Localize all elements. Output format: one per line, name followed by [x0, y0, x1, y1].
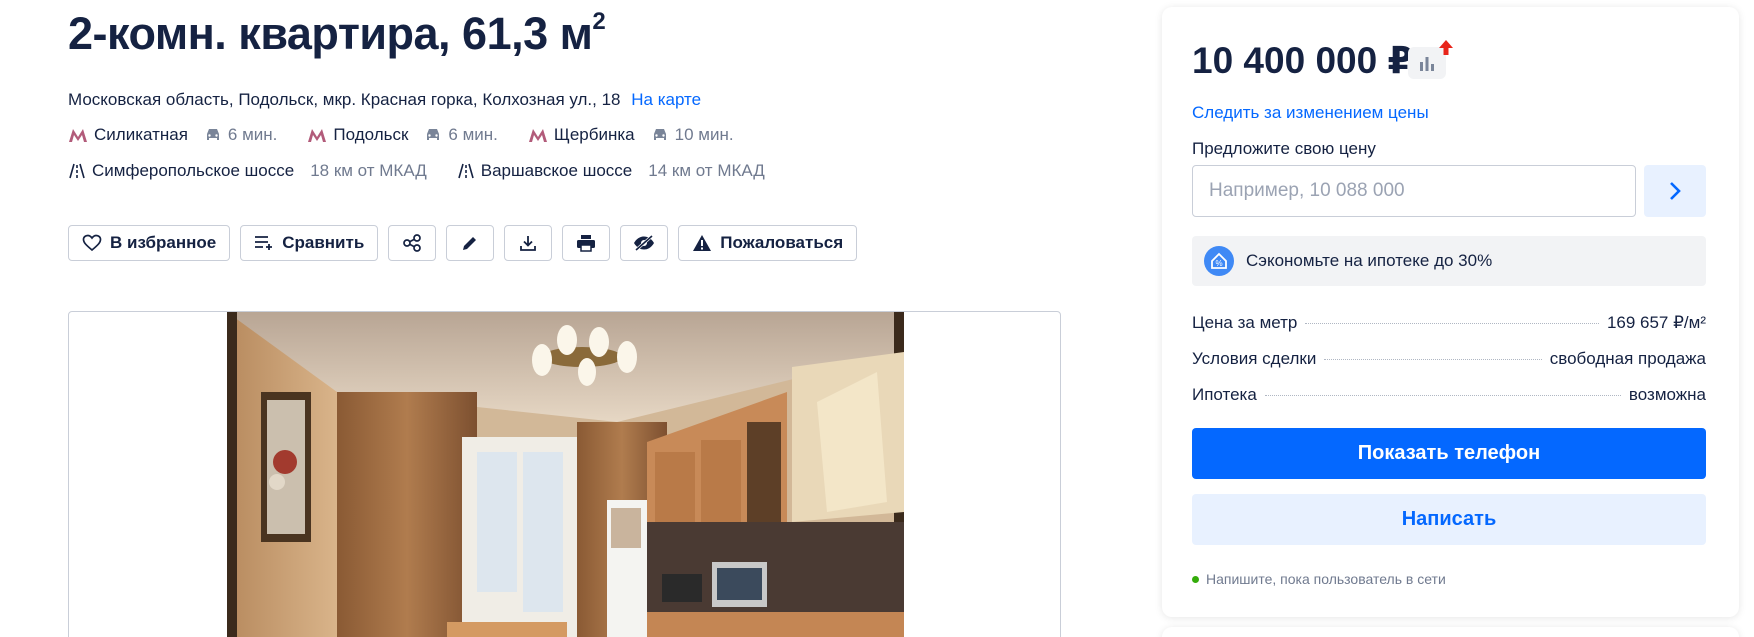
print-button[interactable]	[562, 225, 611, 261]
printer-icon	[577, 235, 596, 252]
chevron-right-icon	[1670, 182, 1681, 200]
fact-deal-terms: Условия сделки свободная продажа	[1192, 349, 1706, 385]
download-button[interactable]	[504, 225, 553, 261]
fact-price-per-meter: Цена за метр 169 657 ₽/м²	[1192, 313, 1706, 349]
share-icon	[403, 234, 422, 252]
fact-value: возможна	[1628, 385, 1706, 404]
favorite-button[interactable]: В избранное	[68, 225, 231, 261]
fact-value: 169 657 ₽/м²	[1606, 313, 1706, 332]
mortgage-text: Сэкономьте на ипотеке до 30%	[1246, 251, 1493, 270]
fact-label: Цена за метр	[1192, 313, 1298, 332]
compare-label: Сравнить	[282, 233, 365, 252]
metro-item[interactable]: Силикатная 6 мин.	[68, 125, 277, 145]
car-icon	[653, 129, 666, 140]
page-title-text: 2-комн. квартира, 61,3 м	[68, 8, 593, 59]
fact-leader	[1324, 359, 1542, 360]
page-title: 2-комн. квартира, 61,3 м2	[68, 8, 606, 60]
heart-icon	[82, 234, 102, 252]
photo-gallery[interactable]	[68, 311, 1061, 637]
metro-time: 6 мин.	[448, 125, 498, 144]
write-message-button[interactable]: Написать	[1192, 494, 1706, 545]
metro-station: Щербинка	[553, 125, 635, 144]
car-icon	[206, 129, 219, 140]
edit-button[interactable]	[446, 225, 495, 261]
svg-text:%: %	[1215, 259, 1222, 268]
page-title-sup: 2	[592, 8, 606, 35]
online-dot-icon	[1192, 575, 1199, 583]
fact-mortgage: Ипотека возможна	[1192, 385, 1706, 421]
highway-icon	[69, 163, 85, 179]
metro-station: Силикатная	[94, 125, 188, 144]
fact-label: Ипотека	[1192, 385, 1257, 404]
main-photo[interactable]	[227, 312, 904, 637]
highway-item[interactable]: Симферопольское шоссе 18 км от МКАД	[68, 161, 427, 181]
follow-price-link[interactable]: Следить за изменением цены	[1192, 103, 1429, 123]
metro-icon	[69, 129, 87, 142]
offer-label: Предложите свою цену	[1192, 139, 1376, 158]
fact-value: свободная продажа	[1549, 349, 1706, 368]
price-up-icon	[1439, 40, 1453, 55]
eye-off-icon	[634, 234, 655, 252]
offer-facts: Цена за метр 169 657 ₽/м² Условия сделки…	[1192, 313, 1706, 421]
metro-item[interactable]: Подольск 6 мин.	[307, 125, 498, 145]
price-value: 10 400 000 ₽	[1192, 40, 1414, 81]
pencil-icon	[463, 237, 477, 250]
compare-icon	[255, 236, 273, 250]
metro-icon	[528, 129, 547, 142]
metro-list: Силикатная 6 мин. Подольск 6 мин. Щербин…	[68, 125, 764, 145]
mortgage-banner[interactable]: % Сэкономьте на ипотеке до 30%	[1192, 236, 1706, 286]
highway-distance: 14 км от МКАД	[648, 161, 765, 180]
offer-price-input[interactable]	[1192, 165, 1636, 217]
car-icon	[427, 129, 440, 140]
compare-button[interactable]: Сравнить	[240, 225, 379, 261]
fact-leader	[1264, 395, 1621, 396]
bar-chart-icon	[1420, 57, 1434, 71]
offer-submit-button[interactable]	[1644, 165, 1706, 217]
complain-button[interactable]: Пожаловаться	[678, 225, 858, 261]
metro-time: 10 мин.	[674, 125, 734, 144]
highway-name: Симферопольское шоссе	[92, 161, 295, 180]
warning-icon	[693, 235, 712, 251]
address-text: Московская область, Подольск, мкр. Красн…	[68, 90, 621, 109]
secondary-panel	[1162, 627, 1739, 637]
address: Московская область, Подольск, мкр. Красн…	[68, 90, 701, 110]
map-link[interactable]: На карте	[631, 90, 701, 109]
fact-label: Условия сделки	[1192, 349, 1317, 368]
kitchen-photo	[227, 312, 904, 637]
online-status: Напишите, пока пользователь в сети	[1192, 571, 1446, 587]
highway-distance: 18 км от МКАД	[310, 161, 427, 180]
action-bar: В избранное Сравнить Пожаловаться	[68, 225, 858, 261]
metro-item[interactable]: Щербинка 10 мин.	[528, 125, 734, 145]
online-hint: Напишите, пока пользователь в сети	[1206, 571, 1446, 587]
share-button[interactable]	[388, 225, 437, 261]
metro-icon	[308, 129, 327, 142]
highway-name: Варшавское шоссе	[480, 161, 633, 180]
highway-list: Симферопольское шоссе 18 км от МКАД Варш…	[68, 161, 795, 181]
price-panel: 10 400 000 ₽ Следить за изменением цены …	[1162, 7, 1739, 617]
highway-icon	[457, 163, 474, 179]
highway-item[interactable]: Варшавское шоссе 14 км от МКАД	[457, 161, 765, 181]
mortgage-icon: %	[1204, 246, 1234, 276]
show-phone-button[interactable]: Показать телефон	[1192, 428, 1706, 479]
hide-button[interactable]	[620, 225, 669, 261]
metro-time: 6 мин.	[227, 125, 278, 144]
fact-leader	[1305, 323, 1599, 324]
download-icon	[520, 236, 537, 251]
metro-station: Подольск	[333, 125, 409, 144]
favorite-label: В избранное	[110, 233, 217, 252]
complain-label: Пожаловаться	[720, 233, 844, 252]
